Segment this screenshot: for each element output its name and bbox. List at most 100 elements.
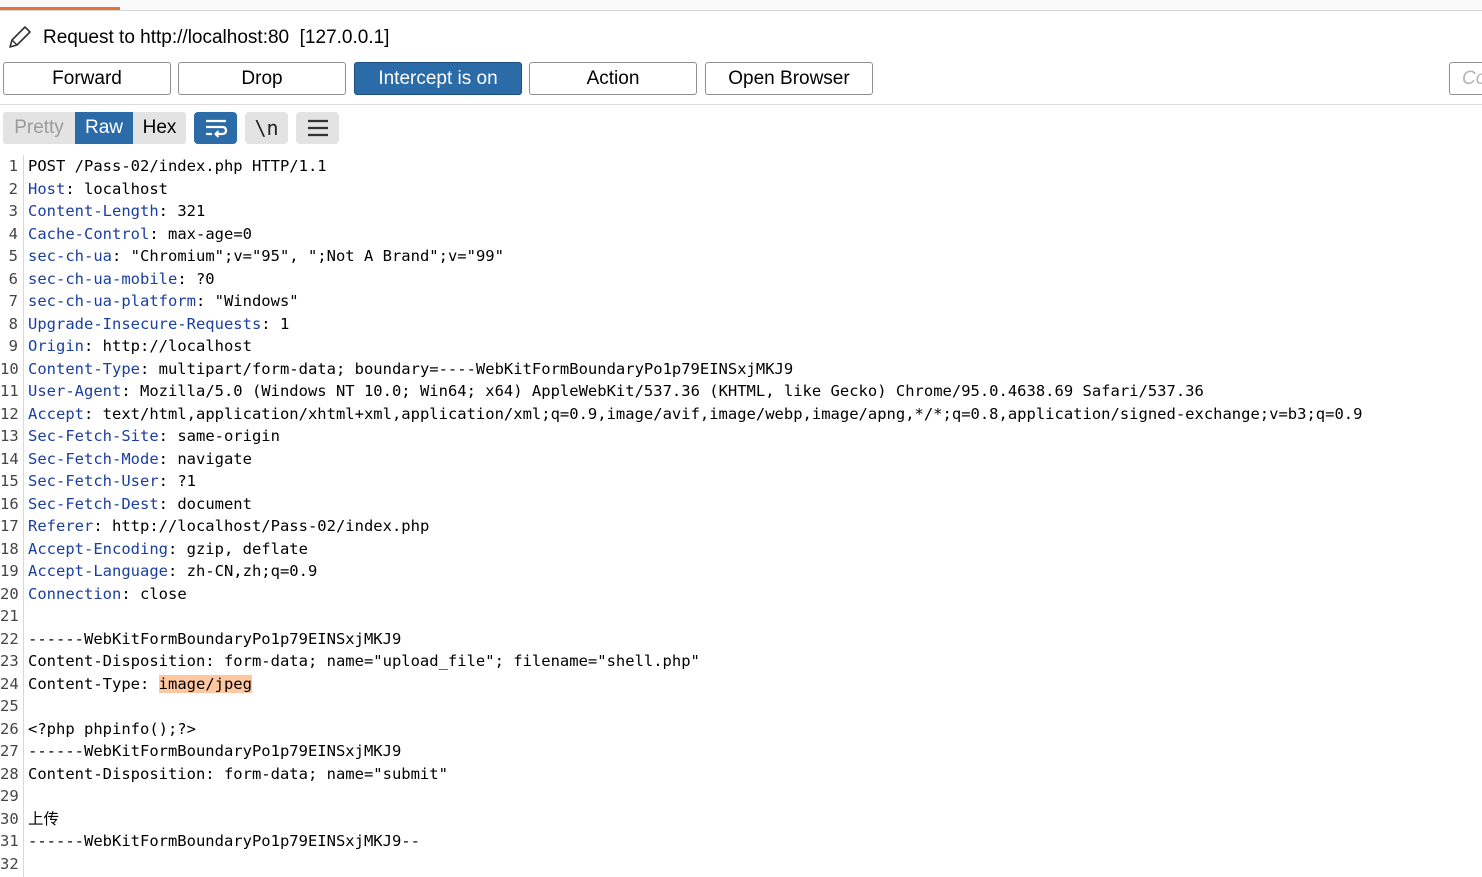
line-number: 25 — [0, 697, 19, 715]
line-number: 30 — [0, 809, 19, 828]
line-content: ------WebKitFormBoundaryPo1p79EINSxjMKJ9 — [28, 628, 401, 651]
line-text: : same-origin — [158, 427, 280, 445]
line-text: : http://localhost — [84, 337, 252, 355]
line-content: Sec-Fetch-Mode: navigate — [28, 448, 252, 471]
line-number: 15 — [0, 472, 19, 490]
request-title-bar: Request to http://localhost:80 [127.0.0.… — [0, 20, 1482, 56]
line-number: 14 — [0, 449, 19, 468]
line-number: 4 — [8, 224, 18, 243]
header-name: Host — [28, 179, 66, 198]
line-number: 22 — [0, 629, 19, 648]
header-name: sec-ch-ua-mobile — [28, 269, 178, 288]
line-content: 上传 — [28, 808, 59, 831]
line-content: Content-Type: multipart/form-data; bound… — [28, 358, 793, 381]
line-content: Accept-Language: zh-CN,zh;q=0.9 — [28, 560, 317, 583]
line-content: Content-Type: image/jpeg — [28, 673, 252, 696]
header-name: Accept-Encoding — [28, 539, 168, 558]
line-number: 20 — [0, 584, 19, 603]
line-text: : ?1 — [158, 472, 196, 490]
line-text: : localhost — [65, 179, 168, 198]
toolbar-divider — [0, 104, 1482, 105]
line-text: : zh-CN,zh;q=0.9 — [167, 562, 318, 580]
line-number: 10 — [0, 359, 19, 378]
line-text: ------WebKitFormBoundaryPo1p79EINSxjMKJ9… — [28, 832, 420, 850]
line-number: 3 — [8, 202, 18, 220]
line-text: : http://localhost/Pass-02/index.php — [93, 517, 430, 535]
line-content: Accept: text/html,application/xhtml+xml,… — [28, 403, 1362, 426]
line-content: sec-ch-ua: "Chromium";v="95", ";Not A Br… — [28, 245, 504, 268]
line-text: Content-Disposition: form-data; name="up… — [28, 652, 700, 670]
header-name: Connection — [28, 584, 122, 603]
line-content: Referer: http://localhost/Pass-02/index.… — [28, 515, 429, 538]
view-mode-bar: Pretty Raw Hex \n — [0, 112, 1482, 146]
line-number: 17 — [0, 517, 19, 535]
line-text: : text/html,application/xhtml+xml,applic… — [84, 404, 1363, 423]
wrap-lines-button[interactable] — [194, 112, 237, 144]
line-number: 11 — [0, 382, 19, 400]
action-button[interactable]: Action — [529, 62, 697, 95]
line-content: Connection: close — [28, 583, 187, 606]
header-name: Sec-Fetch-Dest — [28, 494, 159, 513]
line-number: 21 — [0, 607, 19, 625]
line-text: POST /Pass-02/index.php HTTP/1.1 — [28, 157, 327, 175]
line-text: Content-Type: — [28, 674, 159, 693]
line-number: 23 — [0, 652, 19, 670]
message-editor[interactable]: 1 POST /Pass-02/index.php HTTP/1.1 2 Host: … — [0, 155, 1482, 877]
line-number: 5 — [8, 247, 18, 265]
tab-hex[interactable]: Hex — [133, 112, 186, 144]
header-name: sec-ch-ua-platform — [28, 292, 196, 310]
header-name: Sec-Fetch-Mode — [28, 449, 159, 468]
line-number: 31 — [0, 832, 19, 850]
header-name: sec-ch-ua — [28, 247, 112, 265]
line-content: ------WebKitFormBoundaryPo1p79EINSxjMKJ9… — [28, 830, 420, 853]
header-name: Sec-Fetch-Site — [28, 427, 159, 445]
line-number: 8 — [8, 314, 18, 333]
line-text: : 321 — [158, 202, 206, 220]
line-number: 19 — [0, 562, 19, 580]
line-text: Content-Disposition: form-data; name="su… — [28, 764, 448, 783]
line-content: ------WebKitFormBoundaryPo1p79EINSxjMKJ9 — [28, 740, 401, 763]
gutter-separator — [23, 155, 24, 877]
line-number: 16 — [0, 494, 19, 513]
line-number: 32 — [0, 854, 19, 873]
line-number: 7 — [8, 292, 18, 310]
line-text: ------WebKitFormBoundaryPo1p79EINSxjMKJ9 — [28, 742, 402, 760]
active-tab-indicator — [0, 7, 120, 10]
line-content: User-Agent: Mozilla/5.0 (Windows NT 10.0… — [28, 380, 1204, 403]
highlighted-text: image/jpeg — [158, 674, 252, 693]
header-name: User-Agent — [28, 382, 122, 400]
line-content: Sec-Fetch-Dest: document — [28, 493, 252, 516]
intercept-toggle-button[interactable]: Intercept is on — [354, 62, 522, 95]
request-title: Request to http://localhost:80 [127.0.0.… — [43, 27, 390, 48]
comment-field[interactable]: Co — [1449, 62, 1482, 95]
wrap-lines-icon — [205, 119, 227, 138]
drop-button[interactable]: Drop — [178, 62, 346, 95]
header-name: Accept — [28, 404, 84, 423]
open-browser-button[interactable]: Open Browser — [705, 62, 873, 95]
top-tab-strip — [0, 0, 1482, 11]
line-content: POST /Pass-02/index.php HTTP/1.1 — [28, 155, 327, 178]
line-content: <?php phpinfo();?> — [28, 718, 196, 741]
line-text: : close — [121, 584, 187, 603]
line-text: : navigate — [158, 449, 252, 468]
header-name: Referer — [28, 517, 94, 535]
line-content: Content-Disposition: form-data; name="su… — [28, 763, 448, 786]
header-name: Cache-Control — [28, 224, 150, 243]
line-number: 2 — [8, 179, 18, 198]
line-text: : "Windows" — [195, 292, 299, 310]
tab-pretty[interactable]: Pretty — [3, 112, 75, 144]
line-text: : 1 — [261, 314, 290, 333]
line-text: : gzip, deflate — [167, 539, 308, 558]
tab-raw[interactable]: Raw — [75, 112, 133, 144]
line-content: sec-ch-ua-mobile: ?0 — [28, 268, 215, 291]
show-newlines-button[interactable]: \n — [245, 112, 288, 144]
line-number: 13 — [0, 427, 19, 445]
line-content: Accept-Encoding: gzip, deflate — [28, 538, 308, 561]
forward-button[interactable]: Forward — [3, 62, 171, 95]
editor-menu-button[interactable] — [296, 112, 339, 144]
header-name: Content-Length — [28, 202, 159, 220]
pencil-icon[interactable] — [4, 23, 34, 53]
line-text: <?php phpinfo();?> — [28, 719, 196, 738]
line-content: Origin: http://localhost — [28, 335, 252, 358]
line-text: : Mozilla/5.0 (Windows NT 10.0; Win64; x… — [121, 382, 1204, 400]
